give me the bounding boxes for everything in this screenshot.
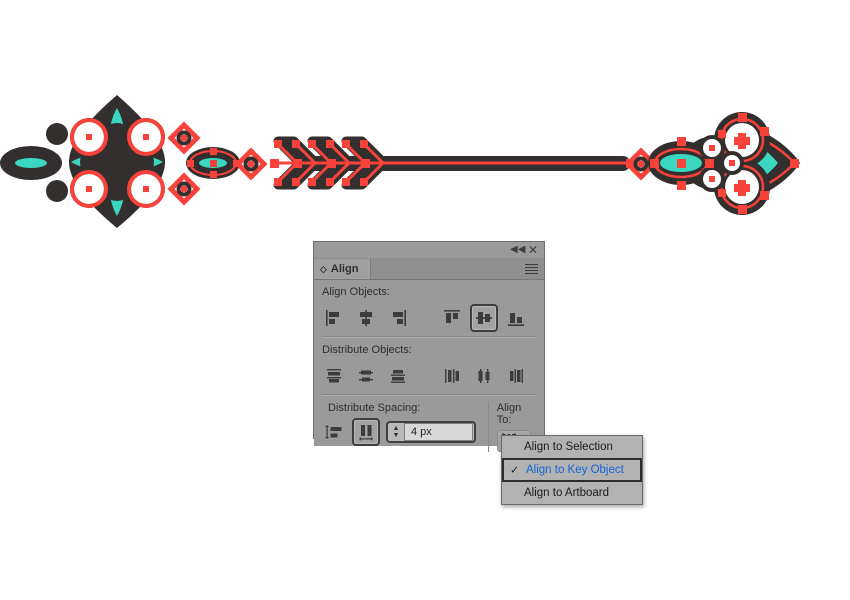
align-to-dropdown-menu: Align to Selection ✓ Align to Key Object… — [501, 435, 643, 505]
left-ornament — [0, 95, 197, 228]
horizontal-distribute-spacing-button[interactable] — [352, 418, 380, 446]
hamburger-menu-icon[interactable] — [525, 264, 538, 274]
vertical-distribute-top-button[interactable] — [320, 362, 348, 390]
horizontal-distribute-right-button[interactable] — [502, 362, 530, 390]
horizontal-distribute-left-button[interactable] — [438, 362, 466, 390]
tab-align[interactable]: ◇ Align — [314, 259, 372, 279]
tab-align-label: Align — [330, 263, 359, 275]
spacing-stepper[interactable]: ▲ ▼ 4 px — [386, 421, 476, 443]
panel-tab-row: ◇ Align — [314, 259, 544, 280]
right-ornament — [648, 112, 800, 215]
check-icon: ✓ — [510, 464, 520, 477]
chevron-down-icon[interactable]: ▼ — [393, 432, 400, 439]
menu-item-label: Align to Artboard — [524, 487, 610, 499]
panel-body: Align Objects: Distribute Objects: Distr… — [314, 280, 544, 452]
spacing-value-input[interactable]: 4 px — [404, 423, 473, 441]
distribute-objects-label: Distribute Objects: — [322, 344, 412, 356]
align-objects-buttons — [314, 302, 544, 334]
vertical-distribute-bottom-button[interactable] — [384, 362, 412, 390]
horizontal-distribute-center-button[interactable] — [470, 362, 498, 390]
horizontal-align-center-button[interactable] — [352, 304, 380, 332]
diamond-icon: ◇ — [320, 263, 327, 274]
close-icon[interactable]: ✕ — [527, 244, 539, 256]
arrow-group — [186, 136, 654, 190]
vector-artwork — [0, 95, 800, 228]
distribute-spacing-group: Distribute Spacing: ▲ ▼ 4 px — [320, 402, 488, 446]
vertical-align-center-button[interactable] — [470, 304, 498, 332]
illustrator-canvas: ◀◀ ✕ ◇ Align Align Objects: Distribute O… — [0, 0, 850, 600]
menu-item-label: Align to Key Object — [526, 464, 624, 476]
vertical-align-top-button[interactable] — [438, 304, 466, 332]
menu-item-align-to-key-object[interactable]: ✓ Align to Key Object — [502, 458, 642, 482]
align-panel: ◀◀ ✕ ◇ Align Align Objects: Distribute O… — [313, 241, 545, 452]
vertical-align-bottom-button[interactable] — [502, 304, 530, 332]
vertical-distribute-spacing-button[interactable] — [320, 418, 348, 446]
vertical-distribute-center-button[interactable] — [352, 362, 380, 390]
distribute-spacing-label: Distribute Spacing: — [328, 402, 421, 414]
divider-2 — [322, 394, 536, 396]
menu-item-align-to-artboard[interactable]: Align to Artboard — [502, 482, 642, 504]
horizontal-align-left-button[interactable] — [320, 304, 348, 332]
menu-item-align-to-selection[interactable]: Align to Selection — [502, 436, 642, 458]
panel-titlebar: ◀◀ ✕ — [314, 242, 544, 259]
collapse-panel-icon[interactable]: ◀◀ — [510, 244, 525, 256]
chevron-up-icon[interactable]: ▲ — [393, 425, 400, 432]
divider-1 — [322, 336, 536, 338]
horizontal-align-right-button[interactable] — [384, 304, 412, 332]
distribute-objects-buttons — [314, 360, 544, 392]
align-to-label: Align To: — [496, 402, 522, 426]
menu-item-label: Align to Selection — [524, 441, 613, 453]
align-objects-label: Align Objects: — [322, 286, 390, 298]
spacing-stepper-arrows[interactable]: ▲ ▼ — [388, 425, 404, 439]
